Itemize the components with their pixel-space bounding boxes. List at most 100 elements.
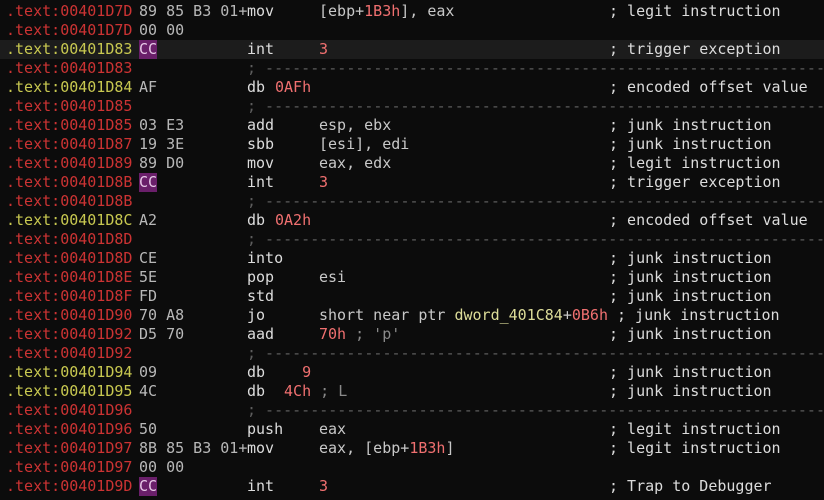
listing-row[interactable]: .text:00401D97 00 00 <box>0 458 824 477</box>
mnemonic[interactable]: db <box>247 211 265 230</box>
address[interactable]: .text:00401D8D <box>6 249 132 268</box>
address-offset[interactable]: 00401D8F <box>60 287 132 305</box>
mnemonic[interactable]: int <box>247 40 274 59</box>
address-offset[interactable]: 00401D7D <box>60 21 132 39</box>
address[interactable]: .text:00401D85 <box>6 116 132 135</box>
listing-row[interactable]: .text:00401D8F FD std ; junk instruction <box>0 287 824 306</box>
listing-row[interactable]: .text:00401D95 4C db 4Ch ; L ; junk instruc… <box>0 382 824 401</box>
separator-line[interactable]: .text:00401D85 ; ------------------------… <box>0 97 824 116</box>
listing-row[interactable]: .text:00401D84 AF db 0AFh ; encoded offset v… <box>0 78 824 97</box>
disassembly-listing[interactable]: .text:00401D7D 89 85 B3 01+ mov [ebp+1B3h],… <box>0 0 824 500</box>
address[interactable]: .text:00401D8D <box>6 230 132 249</box>
symbol-reference[interactable]: dword_401C84 <box>454 306 562 324</box>
listing-row[interactable]: .text:00401D89 89 D0 mov eax, edx ; legit in… <box>0 154 824 173</box>
listing-row[interactable]: .text:00401D83 CC int 3 ; trigger exception <box>0 40 824 59</box>
address-offset[interactable]: 00401D85 <box>60 116 132 134</box>
mnemonic[interactable]: jo <box>247 306 265 325</box>
address[interactable]: .text:00401D8E <box>6 268 132 287</box>
address[interactable]: .text:00401D8C <box>6 211 132 230</box>
listing-row[interactable]: .text:00401D8E 5E pop esi ; junk instruction <box>0 268 824 287</box>
address[interactable]: .text:00401D84 <box>6 78 132 97</box>
listing-row[interactable]: .text:00401D7D 89 85 B3 01+ mov [ebp+1B3h],… <box>0 2 824 21</box>
operands[interactable]: esp, ebx <box>319 116 391 135</box>
mnemonic[interactable]: mov <box>247 439 274 458</box>
address[interactable]: .text:00401D96 <box>6 420 132 439</box>
address-offset[interactable]: 00401D90 <box>60 306 132 324</box>
address-offset[interactable]: 00401D8D <box>60 249 132 267</box>
mnemonic[interactable]: db <box>247 363 265 382</box>
mnemonic[interactable]: mov <box>247 2 274 21</box>
address-offset[interactable]: 00401D95 <box>60 382 132 400</box>
operands[interactable]: 3 <box>319 173 328 192</box>
operands[interactable]: [esi], edi <box>319 135 409 154</box>
address-offset[interactable]: 00401D8C <box>60 211 132 229</box>
listing-row[interactable]: .text:00401D8D CE into ; junk instruction <box>0 249 824 268</box>
address[interactable]: .text:00401D94 <box>6 363 132 382</box>
separator-line[interactable]: .text:00401D8D ; ------------------------… <box>0 230 824 249</box>
mnemonic[interactable]: db <box>247 78 265 97</box>
address[interactable]: .text:00401D90 <box>6 306 132 325</box>
address[interactable]: .text:00401D96 <box>6 401 132 420</box>
operands[interactable]: 3 <box>319 40 328 59</box>
address[interactable]: .text:00401D85 <box>6 97 132 116</box>
address[interactable]: .text:00401D92 <box>6 325 132 344</box>
operands[interactable]: eax <box>319 420 346 439</box>
mnemonic[interactable]: aad <box>247 325 274 344</box>
operands[interactable]: 4Ch ; L <box>275 382 347 401</box>
address-offset[interactable]: 00401D7D <box>60 2 132 20</box>
address-offset[interactable]: 00401D96 <box>60 401 132 419</box>
operands[interactable]: 3 <box>319 477 328 496</box>
mnemonic[interactable]: db <box>247 382 265 401</box>
address-offset[interactable]: 00401D9D <box>60 477 132 495</box>
address-offset[interactable]: 00401D97 <box>60 458 132 476</box>
operands[interactable]: 70h ; 'p' <box>319 325 400 344</box>
listing-row[interactable]: .text:00401D97 8B 85 B3 01+ mov eax, [ebp+1… <box>0 439 824 458</box>
address[interactable]: .text:00401D9D <box>6 477 132 496</box>
address-offset[interactable]: 00401D92 <box>60 325 132 343</box>
address-offset[interactable]: 00401D97 <box>60 439 132 457</box>
listing-row[interactable]: .text:00401D85 03 E3 add esp, ebx ; junk ins… <box>0 116 824 135</box>
separator-line[interactable]: .text:00401D83 ; ------------------------… <box>0 59 824 78</box>
address[interactable]: .text:00401D7D <box>6 2 132 21</box>
mnemonic[interactable]: std <box>247 287 274 306</box>
separator-line[interactable]: .text:00401D96 ; ------------------------… <box>0 401 824 420</box>
operands[interactable]: [ebp+1B3h], eax <box>319 2 454 21</box>
address-offset[interactable]: 00401D92 <box>60 344 132 362</box>
address[interactable]: .text:00401D89 <box>6 154 132 173</box>
listing-row[interactable]: .text:00401D7D 00 00 <box>0 21 824 40</box>
operands[interactable]: 0AFh <box>275 78 311 97</box>
listing-row[interactable]: .text:00401D92 D5 70 aad 70h ; 'p' ; junk in… <box>0 325 824 344</box>
operands[interactable]: short near ptr dword_401C84+0B6h <box>319 306 608 325</box>
address[interactable]: .text:00401D87 <box>6 135 132 154</box>
listing-row[interactable]: .text:00401D94 09 db 9 ; junk instruction <box>0 363 824 382</box>
listing-row[interactable]: .text:00401D96 50 push eax ; legit instructi… <box>0 420 824 439</box>
address-offset[interactable]: 00401D83 <box>60 40 132 58</box>
address-offset[interactable]: 00401D89 <box>60 154 132 172</box>
address[interactable]: .text:00401D8B <box>6 192 132 211</box>
address-offset[interactable]: 00401D96 <box>60 420 132 438</box>
mnemonic[interactable]: int <box>247 477 274 496</box>
separator-line[interactable]: .text:00401D92 ; ------------------------… <box>0 344 824 363</box>
address-offset[interactable]: 00401D8B <box>60 192 132 210</box>
mnemonic[interactable]: int <box>247 173 274 192</box>
operands[interactable]: 0A2h <box>275 211 311 230</box>
mnemonic[interactable]: push <box>247 420 283 439</box>
separator-line[interactable]: .text:00401D8B ; ------------------------… <box>0 192 824 211</box>
address-offset[interactable]: 00401D85 <box>60 97 132 115</box>
mnemonic[interactable]: pop <box>247 268 274 287</box>
address-offset[interactable]: 00401D84 <box>60 78 132 96</box>
address[interactable]: .text:00401D97 <box>6 458 132 477</box>
address[interactable]: .text:00401D83 <box>6 40 132 59</box>
operands[interactable]: 9 <box>275 363 311 382</box>
listing-row[interactable]: .text:00401D8B CC int 3 ; trigger exception <box>0 173 824 192</box>
listing-row[interactable]: .text:00401D8C A2 db 0A2h ; encoded offset v… <box>0 211 824 230</box>
listing-row[interactable]: .text:00401D87 19 3E sbb [esi], edi ; junk i… <box>0 135 824 154</box>
address-offset[interactable]: 00401D8E <box>60 268 132 286</box>
listing-row[interactable]: .text:00401D90 70 A8 jo short near ptr dwor… <box>0 306 824 325</box>
address-offset[interactable]: 00401D87 <box>60 135 132 153</box>
operands[interactable]: eax, edx <box>319 154 391 173</box>
operands[interactable]: esi <box>319 268 346 287</box>
address[interactable]: .text:00401D7D <box>6 21 132 40</box>
address[interactable]: .text:00401D95 <box>6 382 132 401</box>
operands[interactable]: eax, [ebp+1B3h] <box>319 439 454 458</box>
